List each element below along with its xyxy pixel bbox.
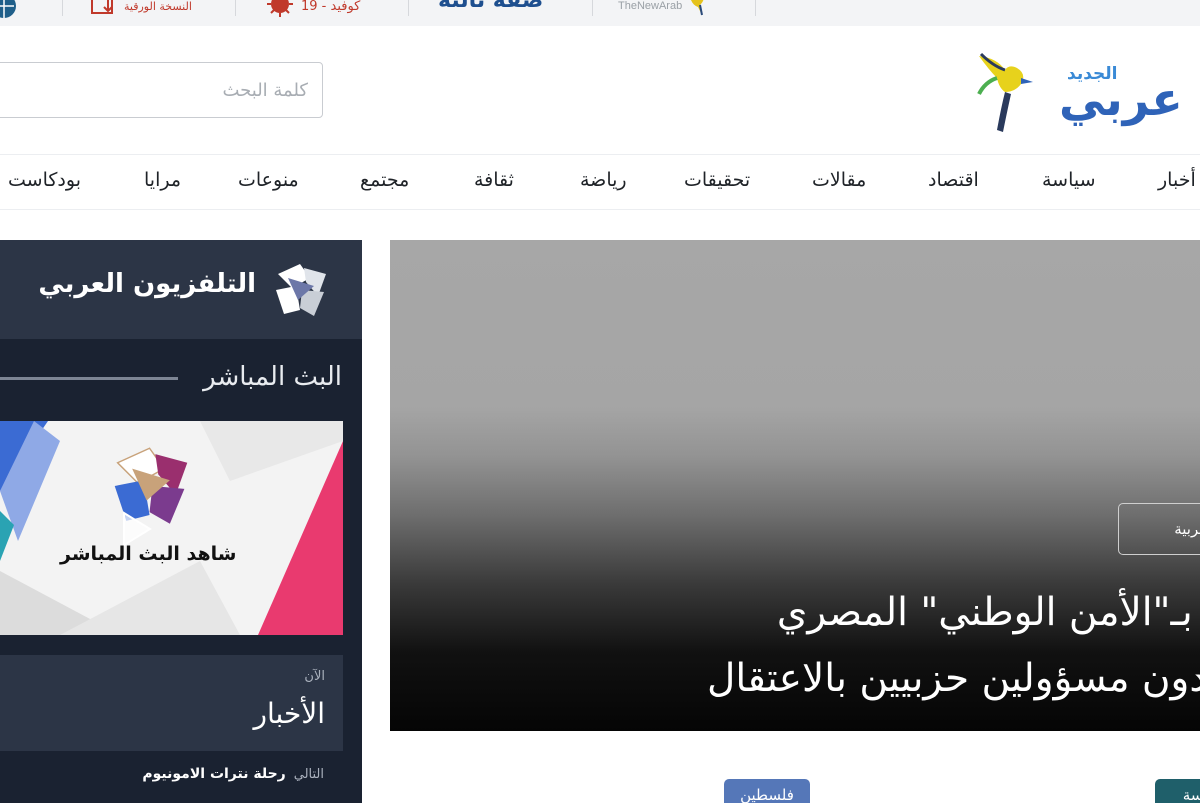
arab-tv-panel: التلفزيون العربي البث المباشر شاهد البث …	[0, 240, 362, 803]
now-label: الآن	[304, 669, 325, 684]
nav-item-podcast[interactable]: بودكاست	[8, 169, 81, 191]
newarab-label: TheNewArab	[618, 0, 683, 12]
third-page-link[interactable]: ضفة ثالثة	[438, 0, 543, 14]
topbar-divider	[408, 0, 409, 16]
hero-headline-line1: ضباط بـ"الأمن الوطني" المصري	[776, 590, 1200, 635]
topbar-divider	[235, 0, 236, 16]
nav-item-misc[interactable]: منوعات	[238, 169, 299, 191]
topbar-divider	[755, 0, 756, 16]
hero-headline-line2: يهددون مسؤولين حزبيين بالاعتقال	[706, 656, 1200, 701]
tv-header[interactable]: التلفزيون العربي	[0, 240, 362, 339]
now-playing-box[interactable]: الآن الأخبار	[0, 655, 343, 751]
newarab-bird-icon	[688, 0, 710, 21]
main-nav: أخبار سياسة اقتصاد مقالات تحقيقات رياضة …	[0, 154, 1200, 210]
topbar-divider	[62, 0, 63, 16]
newarab-link[interactable]: TheNewArab	[618, 0, 710, 20]
search-input[interactable]	[0, 63, 322, 117]
hero-headline[interactable]: ضباط بـ"الأمن الوطني" المصري يهددون مسؤو…	[390, 580, 1200, 712]
globe-icon[interactable]	[0, 0, 20, 26]
logo-wordmark: عربي	[1059, 72, 1183, 126]
virus-icon	[265, 0, 295, 23]
nav-item-articles[interactable]: مقالات	[812, 169, 866, 191]
paper-download-icon	[90, 0, 118, 21]
tv-brand-name: التلفزيون العربي	[38, 269, 256, 299]
heading-divider	[0, 377, 178, 380]
third-page-label: ضفة ثالثة	[438, 0, 544, 13]
next-program-title: رحلة نترات الامونيوم	[142, 766, 286, 782]
nav-item-politics[interactable]: سياسة	[1042, 169, 1096, 191]
nav-item-culture[interactable]: ثقافة	[474, 169, 514, 191]
nav-item-maraya[interactable]: مرايا	[144, 169, 181, 191]
paper-edition-label: النسخة الورقية	[124, 0, 192, 13]
nav-item-economy[interactable]: اقتصاد	[928, 169, 979, 191]
nav-item-society[interactable]: مجتمع	[360, 169, 409, 191]
watch-live-label: شاهد البث المباشر	[60, 543, 237, 565]
arab-tv-logo-icon	[276, 264, 326, 316]
paper-edition-link[interactable]: النسخة الورقية	[90, 0, 192, 20]
next-program-row[interactable]: التالي رحلة نترات الامونيوم	[142, 766, 324, 782]
topbar-divider	[592, 0, 593, 16]
next-label: التالي	[293, 767, 324, 782]
nav-item-investigations[interactable]: تحقيقات	[684, 169, 750, 191]
nav-item-news[interactable]: أخبار	[1158, 169, 1196, 191]
tag-politics[interactable]: سياسة	[1155, 779, 1200, 803]
covid-link[interactable]: كوفيد - 19	[265, 0, 360, 20]
top-utility-bar: TheNewArab ضفة ثالثة كوفيد - 19 النسخة ا…	[0, 0, 1200, 26]
hero-article[interactable]: تقارير عربية ضباط بـ"الأمن الوطني" المصر…	[390, 240, 1200, 731]
hero-category-label: تقارير عربية	[1174, 520, 1200, 538]
tag-palestine[interactable]: فلسطين	[724, 779, 810, 803]
bird-logo-icon	[977, 52, 1033, 132]
tag-politics-label: سياسة	[1182, 786, 1200, 803]
site-logo[interactable]: الجديد عربي	[975, 48, 1200, 138]
now-program-title: الأخبار	[253, 697, 325, 730]
live-stream-card[interactable]: شاهد البث المباشر	[0, 421, 343, 635]
covid-label: كوفيد - 19	[301, 0, 361, 14]
tag-palestine-label: فلسطين	[740, 786, 794, 803]
nav-item-sports[interactable]: رياضة	[580, 169, 627, 191]
search-box[interactable]	[0, 62, 323, 118]
hero-category-tag[interactable]: تقارير عربية	[1118, 503, 1200, 555]
live-stream-heading: البث المباشر	[203, 362, 342, 392]
